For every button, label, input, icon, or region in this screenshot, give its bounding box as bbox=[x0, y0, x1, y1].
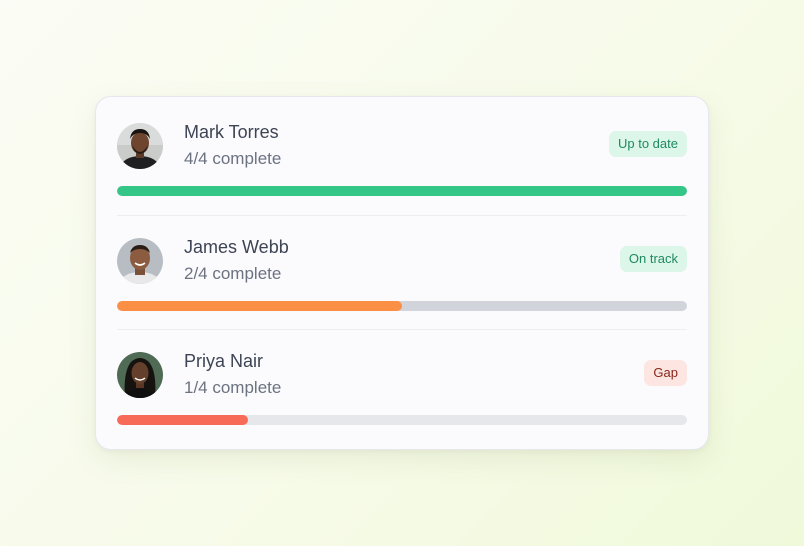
status-badge: Gap bbox=[644, 360, 687, 386]
avatar bbox=[117, 352, 163, 398]
divider bbox=[117, 329, 687, 330]
avatar bbox=[117, 238, 163, 284]
progress-bar-fill bbox=[117, 301, 402, 311]
member-name: Mark Torres bbox=[184, 122, 279, 142]
progress-bar bbox=[117, 415, 687, 425]
completion-text: 1/4 complete bbox=[184, 378, 282, 397]
divider bbox=[117, 215, 687, 216]
member-row[interactable]: Priya Nair 1/4 complete Gap bbox=[117, 349, 687, 449]
member-name: Priya Nair bbox=[184, 351, 264, 371]
member-row[interactable]: James Webb 2/4 complete On track bbox=[117, 235, 687, 335]
completion-text: 2/4 complete bbox=[184, 264, 282, 283]
completion-text: 4/4 complete bbox=[184, 149, 282, 168]
member-name: James Webb bbox=[184, 237, 289, 257]
status-badge: On track bbox=[619, 246, 687, 272]
progress-bar bbox=[117, 301, 687, 311]
progress-bar-fill bbox=[117, 186, 687, 196]
team-progress-card: Mark Torres 4/4 complete Up to date Jame… bbox=[95, 96, 709, 450]
avatar bbox=[117, 123, 163, 169]
status-badge: Up to date bbox=[609, 131, 687, 157]
progress-bar bbox=[117, 186, 687, 196]
progress-bar-fill bbox=[117, 415, 249, 425]
member-row[interactable]: Mark Torres 4/4 complete Up to date bbox=[117, 120, 687, 220]
